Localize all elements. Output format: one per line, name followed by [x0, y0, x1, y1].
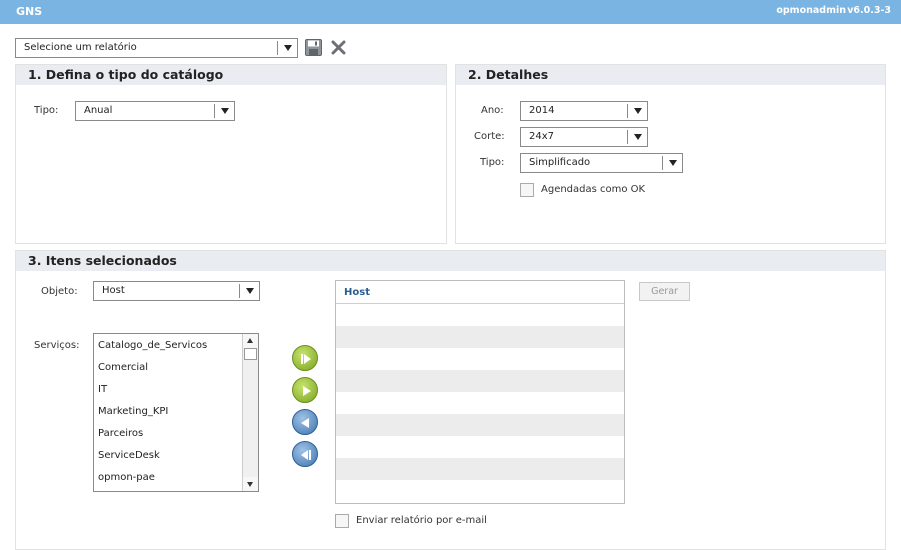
table-row — [336, 348, 624, 370]
table-row — [336, 392, 624, 414]
services-listbox[interactable]: Catalogo_de_Servicos Comercial IT Market… — [93, 333, 259, 492]
email-checkbox[interactable] — [335, 514, 349, 528]
delete-icon[interactable] — [331, 40, 346, 58]
corte-select[interactable]: 24x7 — [520, 127, 648, 147]
ano-value: 2014 — [529, 105, 555, 116]
servicos-label: Serviços: — [34, 340, 80, 351]
ano-label: Ano: — [481, 105, 504, 116]
app-title: GNS — [16, 5, 43, 18]
table-row — [336, 370, 624, 392]
list-item[interactable]: ServiceDesk — [98, 450, 160, 461]
scroll-down-icon[interactable] — [243, 477, 258, 491]
chevron-down-icon[interactable] — [627, 104, 647, 118]
add-icon[interactable] — [292, 377, 318, 403]
services-scrollbar[interactable] — [242, 334, 258, 491]
table-row — [336, 304, 624, 326]
chevron-down-icon[interactable] — [627, 130, 647, 144]
table-row — [336, 436, 624, 458]
detail-tipo-value: Simplificado — [529, 157, 591, 168]
version-label: v6.0.3-3 — [847, 5, 891, 16]
remove-all-icon[interactable] — [292, 441, 318, 467]
objeto-label: Objeto: — [41, 286, 78, 297]
catalog-tipo-select[interactable]: Anual — [75, 101, 235, 121]
generate-button[interactable]: Gerar — [639, 282, 690, 301]
table-row — [336, 458, 624, 480]
table-row — [336, 326, 624, 348]
agendadas-checkbox[interactable] — [520, 183, 534, 197]
top-bar: GNS opmonadmin v6.0.3-3 — [0, 0, 901, 24]
list-item[interactable]: Comercial — [98, 362, 148, 373]
objeto-select[interactable]: Host — [93, 281, 260, 301]
catalog-type-panel: 1. Defina o tipo do catálogo — [15, 64, 447, 244]
section3-title: 3. Itens selecionados — [16, 251, 885, 271]
add-all-icon[interactable] — [292, 345, 318, 371]
list-item[interactable]: Marketing_KPI — [98, 406, 168, 417]
tipo-label: Tipo: — [34, 105, 59, 116]
ano-select[interactable]: 2014 — [520, 101, 648, 121]
grid-header-host[interactable]: Host — [336, 281, 624, 304]
user-name[interactable]: opmonadmin — [776, 5, 846, 16]
save-icon[interactable] — [305, 39, 322, 59]
corte-value: 24x7 — [529, 131, 555, 142]
section2-title: 2. Detalhes — [456, 65, 885, 85]
table-row — [336, 414, 624, 436]
chevron-down-icon[interactable] — [277, 41, 297, 55]
chevron-down-icon[interactable] — [239, 284, 259, 298]
corte-label: Corte: — [474, 131, 505, 142]
scroll-up-icon[interactable] — [243, 334, 258, 348]
chevron-down-icon[interactable] — [214, 104, 234, 118]
catalog-tipo-value: Anual — [84, 105, 113, 116]
selected-hosts-grid: Host — [335, 280, 625, 504]
remove-icon[interactable] — [292, 409, 318, 435]
list-item[interactable]: opmon-pae — [98, 472, 155, 483]
table-row — [336, 480, 624, 502]
scroll-thumb[interactable] — [244, 348, 257, 360]
detail-tipo-select[interactable]: Simplificado — [520, 153, 683, 173]
list-item[interactable]: Catalogo_de_Servicos — [98, 340, 207, 351]
list-item[interactable]: Parceiros — [98, 428, 143, 439]
agendadas-label: Agendadas como OK — [541, 184, 646, 195]
chevron-down-icon[interactable] — [662, 156, 682, 170]
report-select[interactable]: Selecione um relatório — [15, 38, 298, 58]
objeto-value: Host — [102, 285, 125, 296]
report-select-value: Selecione um relatório — [24, 42, 137, 53]
section1-title: 1. Defina o tipo do catálogo — [16, 65, 446, 85]
list-item[interactable]: IT — [98, 384, 107, 395]
email-label: Enviar relatório por e-mail — [356, 515, 487, 526]
detail-tipo-label: Tipo: — [480, 157, 505, 168]
